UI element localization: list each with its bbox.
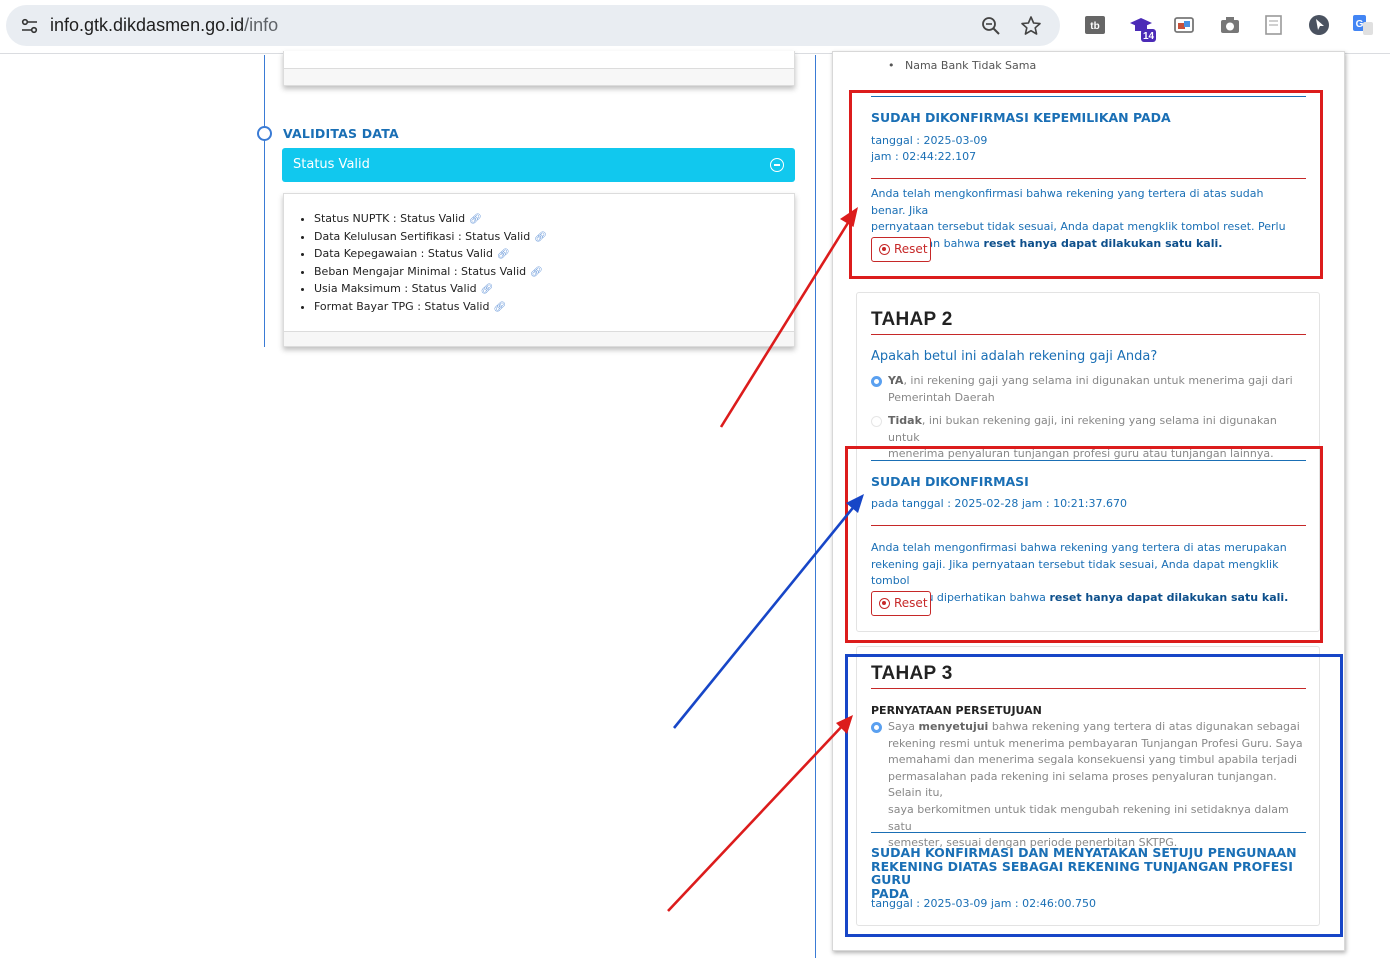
red-arrow-1	[719, 207, 858, 428]
svg-text:14: 14	[1143, 31, 1155, 42]
address-bar[interactable]: info.gtk.dikdasmen.go.id/info	[6, 5, 1060, 46]
site-info-icon[interactable]	[18, 14, 42, 38]
red-arrow-2	[667, 715, 853, 912]
blue-arrow	[672, 494, 864, 729]
extension-camera-icon[interactable]	[1218, 13, 1242, 37]
annotation-arrows	[667, 207, 864, 912]
extension-cursor-icon[interactable]	[1307, 13, 1331, 37]
extension-tb-icon[interactable]: tb	[1083, 13, 1107, 37]
bookmark-star-icon[interactable]	[1020, 15, 1042, 37]
extension-note-icon[interactable]	[1262, 13, 1286, 37]
browser-toolbar: info.gtk.dikdasmen.go.id/info tb 14 G	[0, 0, 1390, 54]
extension-graduation-icon[interactable]: 14	[1128, 14, 1158, 44]
extension-screen-icon[interactable]	[1172, 13, 1196, 37]
page-content: VALIDITAS DATA Status Valid Status NUPTK…	[0, 51, 1390, 958]
zoom-icon[interactable]	[980, 15, 1002, 37]
url-text[interactable]: info.gtk.dikdasmen.go.id/info	[50, 15, 278, 36]
google-translate-icon[interactable]: G	[1351, 13, 1375, 37]
svg-text:tb: tb	[1090, 21, 1099, 32]
svg-text:G: G	[1356, 19, 1364, 30]
